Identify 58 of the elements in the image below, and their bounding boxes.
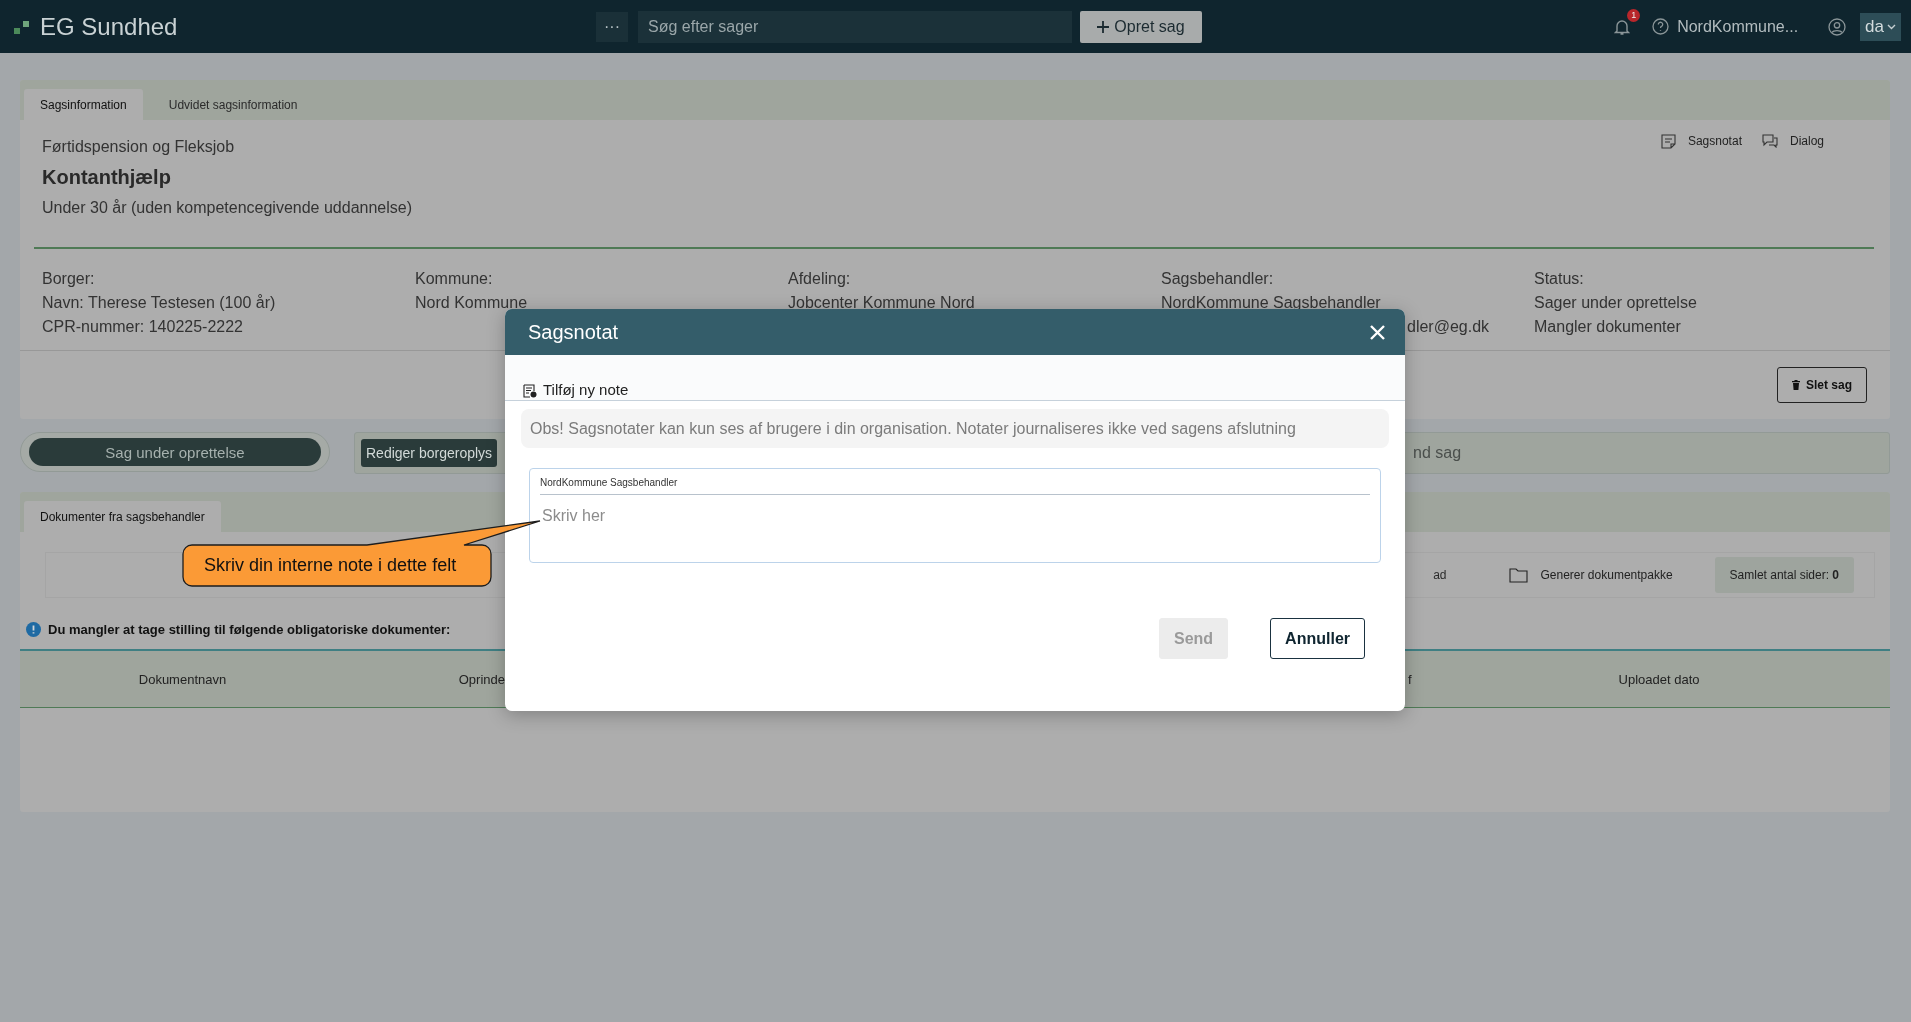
info-value: Mangler dokumenter [1534,317,1682,336]
info-heading: Kommune: [415,269,494,288]
dialog-title: Sagsnotat [528,320,619,344]
folder-icon [1508,567,1528,583]
edit-citizen-button[interactable]: Rediger borgeroplys [361,439,498,467]
caret-icon [1887,23,1896,30]
header-link[interactable]: Dialog [1761,134,1824,154]
info-icon [26,622,41,637]
status-button[interactable]: Sag under oprettelse [29,438,321,466]
info-value: Sager under oprettelse [1534,293,1698,312]
info-value: NordKommune Sagsbehandler [1161,293,1382,312]
info-value: dler@eg.dk [1407,317,1490,336]
info-heading: Sagsbehandler: [1161,269,1275,288]
create-case-button[interactable]: Opret sag [1080,10,1202,43]
header-link[interactable]: Sagsnotat [1660,134,1742,154]
trash-icon [1791,380,1800,390]
user-avatar-icon[interactable] [1828,17,1847,36]
panel-tab[interactable]: Dokumenter fra sagsbehandler [24,501,221,532]
note-add-icon [523,384,537,398]
app-logo: EG Sundhed [40,12,178,41]
dialog-button[interactable]: Annuller [1270,618,1365,659]
panel-tab[interactable]: Sagsinformation [24,89,143,120]
column-header: Oprinde [457,671,505,687]
column-header: Uploadet dato [1617,671,1701,687]
section-label: Tilføj ny note [543,381,629,398]
info-heading: Afdeling: [788,269,852,288]
case-title: Kontanthjælp [42,166,172,189]
note-icon [1660,134,1676,149]
page-total: Samlet antal sider: 0 [1714,557,1854,593]
close-icon[interactable] [1370,324,1385,340]
notification-bell-icon[interactable] [1614,17,1631,36]
logo-icon [14,18,32,35]
info-value: Jobcenter Kommune Nord [788,293,976,312]
more-button[interactable]: ··· [596,11,628,42]
language-select[interactable]: da [1860,12,1901,41]
column-header: f [1408,671,1413,687]
case-category: Førtidspension og Fleksjob [42,138,236,156]
generate-package-button[interactable]: Generer dokumentpakke [1508,567,1673,583]
toolbar-link[interactable]: ad [1433,568,1447,582]
notification-badge: 1 [1627,8,1641,22]
info-value: Nord Kommune [415,293,529,312]
search-field[interactable]: Søg efter sager [638,10,1072,43]
plus-icon [1097,20,1110,33]
panel-tab[interactable]: Udvidet sagsinformation [152,89,314,120]
chat-bubbles-icon [1761,134,1778,148]
help-icon[interactable] [1652,18,1670,35]
missing-documents-notice: Du mangler at tage stilling til følgende obligatoriske dokumenter: [48,622,451,637]
callout-text: Skriv din interne note i dette felt [204,555,457,576]
column-header: Dokumentnavn [137,671,228,687]
info-heading: Status: [1534,269,1585,288]
privacy-notice: Obs! Sagsnotater kan kun ses af brugere i din organisation. Notater journaliseres ikke ved sagens afslutning [521,409,1389,448]
info-heading: Borger: [42,269,96,288]
user-name[interactable]: NordKommune... [1677,17,1799,36]
info-value: Navn: Therese Testesen (100 år) [42,293,277,312]
delete-case-button[interactable]: Slet sag [1776,367,1867,403]
case-subtitle: Under 30 år (uden kompetencegivende uddannelse) [42,199,413,217]
info-value: CPR-nummer: 140225-2222 [42,317,244,336]
note-field[interactable]: NordKommune Sagsbehandler Skriv her [529,468,1381,563]
